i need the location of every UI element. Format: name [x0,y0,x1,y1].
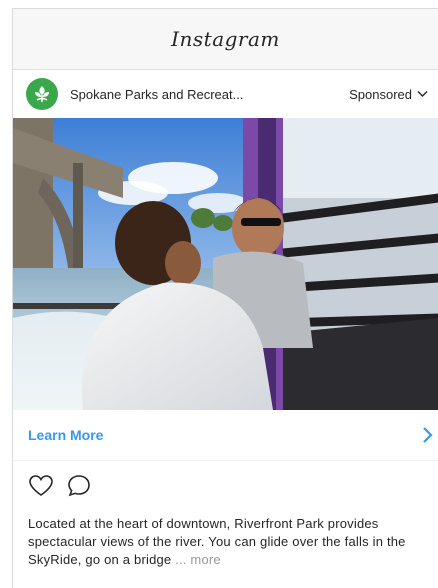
learn-more-label: Learn More [28,427,104,443]
more-link[interactable]: more [190,552,220,567]
sponsored-menu[interactable]: Sponsored [349,87,428,102]
avatar[interactable] [26,78,58,110]
account-name[interactable]: Spokane Parks and Recreat... [70,87,349,102]
chevron-right-icon [423,427,433,443]
heart-icon[interactable] [28,474,54,498]
instagram-logo[interactable]: Instagram [171,27,280,51]
learn-more-button[interactable]: Learn More [13,410,438,461]
leaf-logo-icon [35,86,49,102]
caption-ellipsis: ... [175,552,187,567]
sponsored-label: Sponsored [349,86,412,102]
chevron-down-icon [417,91,428,97]
action-bar [13,461,438,511]
comment-icon[interactable] [66,474,92,498]
app-header: Instagram [13,9,438,70]
instagram-feed-frame: Instagram Spokane Parks and Recreat... S… [12,8,438,588]
post-photo[interactable] [13,118,438,410]
post-header: Spokane Parks and Recreat... Sponsored [13,70,438,118]
post-caption: Located at the heart of downtown, Riverf… [13,511,438,569]
